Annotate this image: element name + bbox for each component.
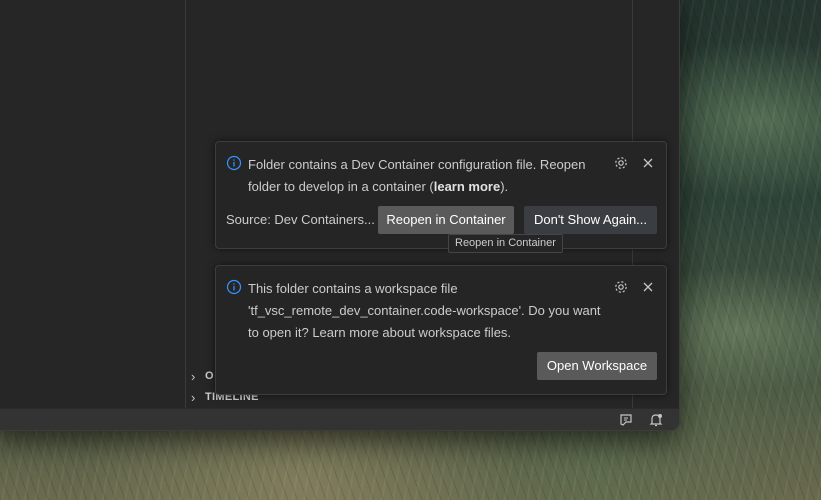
notification-message: This folder contains a workspace file 't…: [248, 281, 601, 340]
dont-show-again-button[interactable]: Don't Show Again...: [524, 206, 657, 234]
gear-icon[interactable]: [613, 279, 629, 295]
sidebar-panel: [0, 0, 186, 408]
gear-icon[interactable]: [613, 155, 629, 171]
message-text: Folder contains a Dev Container configur…: [248, 157, 586, 194]
bell-icon[interactable]: [648, 412, 664, 428]
notification-workspace: This folder contains a workspace file 't…: [215, 265, 667, 395]
message-text: ).: [500, 179, 509, 194]
learn-more-link[interactable]: learn more: [434, 179, 500, 194]
notification-dev-container: Folder contains a Dev Container configur…: [215, 141, 667, 249]
feedback-icon[interactable]: [618, 412, 634, 428]
sidebar-section-outline[interactable]: › O: [191, 366, 214, 386]
notification-message: Folder contains a Dev Container configur…: [248, 154, 608, 198]
info-icon: [226, 155, 242, 171]
chevron-right-icon: ›: [191, 368, 196, 384]
tooltip: Reopen in Container: [448, 234, 563, 253]
notification-source: Source: Dev Containers...: [226, 212, 375, 227]
close-icon[interactable]: [640, 279, 656, 295]
chevron-right-icon: ›: [191, 389, 196, 405]
close-icon[interactable]: [640, 155, 656, 171]
open-workspace-button[interactable]: Open Workspace: [537, 352, 657, 380]
section-label: O: [205, 370, 214, 382]
status-bar: [0, 408, 679, 430]
info-icon: [226, 279, 242, 295]
reopen-in-container-button[interactable]: Reopen in Container: [378, 206, 514, 234]
